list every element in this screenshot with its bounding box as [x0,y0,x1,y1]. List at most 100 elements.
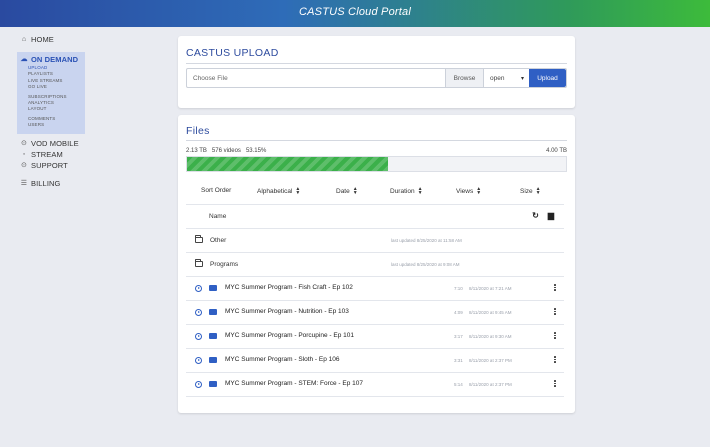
video-duration: 7:10 [454,286,463,291]
new-folder-icon[interactable]: ▆ [548,211,554,220]
nav-home[interactable]: ⌂ HOME [20,34,170,45]
sort-row: Sort Order Alphabetical ▲ ▼ Date ▲ ▼ Duratio… [186,181,564,205]
video-duration: 3:17 [454,334,463,339]
video-count: 576 videos [211,148,241,154]
storage-total: 4.00 TB [546,148,567,154]
upload-title: CASTUS UPLOAD [186,47,279,59]
video-icon [209,285,217,291]
refresh-icon[interactable]: ↻ [532,211,539,220]
name-header-row: Name ↻ ▆ [186,205,564,229]
play-icon[interactable] [195,381,202,388]
storage-used: 2.13 TB [186,148,207,154]
cloud-icon: ☁ [20,56,28,63]
upload-mode-select[interactable]: open ▾ [483,69,529,87]
video-duration: 5:14 [454,382,463,387]
storage-percent: 53.15% [245,148,267,154]
video-name: MYC Summer Program - STEM: Force - Ep 10… [225,380,363,387]
nav-billing-label: BILLING [31,178,61,188]
more-options-icon[interactable] [553,332,557,339]
video-row[interactable]: MYC Summer Program - Porcupine - Ep 101 … [186,325,564,349]
storage-progress-fill [187,157,389,171]
video-name: MYC Summer Program - Fish Craft - Ep 102 [225,284,353,291]
choose-file-input[interactable]: Choose File [187,69,445,87]
folder-name: Programs [210,261,239,268]
video-name: MYC Summer Program - Nutrition - Ep 103 [225,308,349,315]
storage-usage: 2.13 TB 576 videos 53.15% 4.00 TB [186,148,567,154]
top-bar: CASTUS Cloud Portal [0,0,710,27]
sort-duration[interactable]: Duration ▲ ▼ [390,186,423,196]
video-duration: 3:31 [454,358,463,363]
video-row[interactable]: MYC Summer Program - Nutrition - Ep 103 … [186,301,564,325]
mobile-icon: ⊙ [21,139,27,147]
play-icon[interactable] [195,309,202,316]
video-row[interactable]: MYC Summer Program - Fish Craft - Ep 102… [186,277,564,301]
on-demand-section: ☁ ON DEMAND UPLOAD PLAYLISTS LIVE STREAM… [17,52,85,134]
video-row[interactable]: MYC Summer Program - STEM: Force - Ep 10… [186,373,564,397]
folder-row[interactable]: Programs last updated 8/25/2020 at 9:08 … [186,253,564,277]
play-icon[interactable] [195,357,202,364]
play-icon[interactable] [195,285,202,292]
sort-icon: ▲ ▼ [352,186,358,196]
folder-icon [195,235,203,243]
sort-alphabetical[interactable]: Alphabetical ▲ ▼ [257,186,301,196]
sort-icon: ▲ ▼ [295,186,301,196]
folder-updated: last updated 8/25/2020 at 9:08 AM [391,262,460,267]
sort-icon: ▲ ▼ [476,186,482,196]
home-icon: ⌂ [21,36,27,43]
sort-date[interactable]: Date ▲ ▼ [336,186,358,196]
nav-stream-label: STREAM [31,149,63,159]
play-icon[interactable] [195,333,202,340]
nav-home-label: HOME [31,35,54,44]
on-demand-subnav: UPLOAD PLAYLISTS LIVE STREAMS GO LIVE SU… [20,65,82,129]
folder-updated: last updated 8/25/2020 at 11:58 AM [391,238,462,243]
upload-card: CASTUS UPLOAD Choose File Browse open ▾ … [178,36,575,108]
folder-name: Other [210,237,227,244]
files-card: Files 2.13 TB 576 videos 53.15% 4.00 TB So… [178,115,575,413]
video-icon [209,381,217,387]
more-options-icon[interactable] [553,380,557,387]
sort-views[interactable]: Views ▲ ▼ [456,186,482,196]
more-options-icon[interactable] [553,284,557,291]
billing-icon: ☰ [20,179,28,187]
folder-icon [195,259,203,267]
upload-button[interactable]: Upload [529,69,566,87]
support-icon: ⊙ [21,161,27,169]
folder-row[interactable]: Other last updated 8/25/2020 at 11:58 AM [186,229,564,253]
upload-mode-value: open [490,74,505,82]
sort-icon: ▲ ▼ [535,186,541,196]
nav-stream[interactable]: ◦ STREAM [20,149,170,160]
video-date: 8/11/2020 at 2:37 PM [469,382,512,387]
video-name: MYC Summer Program - Sloth - Ep 106 [225,356,340,363]
nav-on-demand-label: ON DEMAND [31,55,79,64]
name-header: Name [209,213,227,220]
sort-order-label: Sort Order [201,187,232,194]
sort-size[interactable]: Size ▲ ▼ [520,186,541,196]
subnav-users[interactable]: USERS [28,122,82,128]
sidebar: ⌂ HOME ☁ ON DEMAND UPLOAD PLAYLISTS LIVE… [17,34,170,189]
storage-progress-bar [186,156,567,172]
sort-icon: ▲ ▼ [417,186,423,196]
video-date: 8/11/2020 at 9:45 AM [469,310,512,315]
stream-icon: ◦ [22,150,26,158]
more-options-icon[interactable] [553,308,557,315]
video-duration: 4:09 [454,310,463,315]
video-name: MYC Summer Program - Porcupine - Ep 101 [225,332,354,339]
app-title: CASTUS Cloud Portal [298,6,411,18]
nav-billing[interactable]: ☰ BILLING [20,178,170,189]
nav-support[interactable]: ⊙ SUPPORT [20,160,170,171]
divider [186,63,567,64]
video-icon [209,333,217,339]
nav-on-demand[interactable]: ☁ ON DEMAND [20,54,82,65]
video-date: 8/11/2020 at 2:37 PM [469,358,512,363]
video-date: 8/11/2020 at 7:21 AM [469,286,512,291]
video-icon [209,309,217,315]
chevron-down-icon: ▾ [520,75,524,82]
video-date: 8/11/2020 at 9:30 AM [469,334,512,339]
divider [186,140,567,141]
more-options-icon[interactable] [553,356,557,363]
nav-vod-mobile[interactable]: ⊙ VOD MOBILE [20,138,170,149]
video-row[interactable]: MYC Summer Program - Sloth - Ep 106 3:31… [186,349,564,373]
files-table: Sort Order Alphabetical ▲ ▼ Date ▲ ▼ Duratio… [186,181,564,397]
nav-vod-mobile-label: VOD MOBILE [31,138,79,148]
browse-button[interactable]: Browse [445,69,483,87]
